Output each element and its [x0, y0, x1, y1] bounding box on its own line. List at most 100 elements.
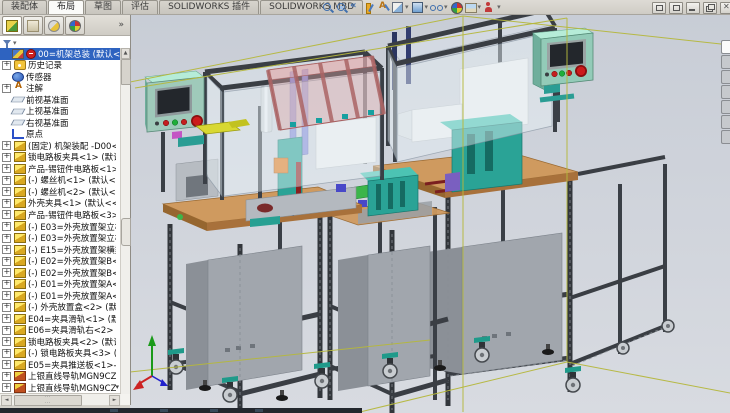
tree-item[interactable]: E04=夹具滑轨<1> (默认 — [0, 313, 121, 325]
minimize-button[interactable] — [686, 2, 700, 14]
dropdown-caret-icon[interactable]: ▾ — [444, 1, 448, 14]
zoom-fit-icon[interactable] — [321, 1, 334, 14]
annotation-icon[interactable] — [377, 1, 390, 14]
assembly-3d-model[interactable] — [130, 14, 730, 413]
command-tab[interactable]: 装配体 — [2, 0, 47, 14]
expand-toggle-icon[interactable] — [2, 153, 11, 162]
apply-scene-icon[interactable] — [464, 1, 477, 14]
task-pane-tab[interactable] — [721, 115, 730, 129]
section-view-icon[interactable] — [363, 1, 376, 14]
tree-item[interactable]: (-) 外壳放置盒<2> (默认 — [0, 301, 121, 313]
previous-view-icon[interactable] — [349, 1, 362, 14]
expand-toggle-icon[interactable] — [2, 245, 11, 254]
expand-toggle-icon[interactable] — [2, 314, 11, 323]
tree-item[interactable]: 注解 — [0, 83, 121, 95]
expand-toggle-icon[interactable] — [2, 141, 11, 150]
tree-vertical-scrollbar[interactable]: ▲ — [120, 48, 130, 394]
tree-item[interactable]: 产品-锡钮件电路板<3> — [0, 209, 121, 221]
tree-item[interactable]: 上视基准面 — [0, 106, 121, 118]
tree-item[interactable]: (-) 螺丝机<2> (默认<< — [0, 186, 121, 198]
task-pane-tab[interactable] — [721, 85, 730, 99]
expand-toggle-icon[interactable] — [2, 372, 11, 381]
graphics-area[interactable] — [130, 14, 730, 413]
expand-toggle-icon[interactable] — [2, 222, 11, 231]
expand-toggle-icon[interactable] — [2, 337, 11, 346]
scroll-right-icon[interactable]: ► — [109, 395, 120, 406]
expand-toggle-icon[interactable] — [2, 383, 11, 392]
task-pane-tab[interactable] — [721, 130, 730, 144]
tree-item[interactable]: 右视基准面 — [0, 117, 121, 129]
tree-item[interactable]: 锁电路板夹具<1> (默认 — [0, 152, 121, 164]
tree-item[interactable]: 外壳夹具<1> (默认<<默 — [0, 198, 121, 210]
tree-item[interactable]: 历史记录 — [0, 60, 121, 72]
expand-toggle-icon[interactable] — [2, 210, 11, 219]
tree-item[interactable]: 锁电路板夹具<2> (默认 — [0, 336, 121, 348]
view-orientation-icon[interactable] — [391, 1, 404, 14]
command-tab[interactable]: SOLIDWORKS 插件 — [159, 0, 259, 14]
expand-toggle-icon[interactable] — [2, 61, 11, 70]
expand-toggle-icon[interactable] — [2, 176, 11, 185]
tree-horizontal-scrollbar[interactable]: ◄ ► — [0, 393, 121, 405]
panel-tab-featuremanager-tree[interactable] — [2, 16, 22, 35]
dropdown-caret-icon[interactable]: ▾ — [405, 1, 409, 14]
expand-toggle-icon[interactable] — [2, 303, 11, 312]
dropdown-caret-icon[interactable]: ▾ — [425, 1, 429, 14]
expand-toggle-icon[interactable] — [2, 360, 11, 369]
expand-toggle-icon[interactable] — [2, 234, 11, 243]
tree-item[interactable]: (-) 锁电路板夹具<3> (默 — [0, 347, 121, 359]
dropdown-caret-icon[interactable]: ▾ — [497, 1, 501, 14]
tree-item[interactable]: (-) E02=外壳放置架B<2 — [0, 267, 121, 279]
tree-item[interactable]: 上银直线导轨MGN9CZ0 — [0, 370, 121, 382]
command-tab[interactable]: 草图 — [85, 0, 121, 14]
tree-item[interactable]: (-) E01=外壳放置架A<1 — [0, 278, 121, 290]
scrollbar-thumb[interactable] — [14, 395, 82, 406]
task-pane-tab[interactable] — [721, 100, 730, 114]
tree-item[interactable]: 00=机架总装 (默认<显 — [0, 48, 121, 60]
tree-item[interactable]: 前视基准面 — [0, 94, 121, 106]
task-pane-tab[interactable] — [721, 70, 730, 84]
tree-item[interactable]: 产品-锡钮件电路板<1> — [0, 163, 121, 175]
tree-item[interactable]: (-) 螺丝机<1> (默认<< — [0, 175, 121, 187]
expand-toggle-icon[interactable] — [2, 326, 11, 335]
tree-item[interactable]: (-) E03=外壳放置架立柱 — [0, 232, 121, 244]
panel-tab-propertymanager[interactable] — [23, 16, 43, 35]
view-settings-icon[interactable] — [483, 1, 496, 14]
doc-restore-button[interactable] — [669, 2, 683, 14]
edit-appearance-icon[interactable] — [450, 1, 463, 14]
tree-item[interactable]: (-) E03=外壳放置架立柱 — [0, 221, 121, 233]
panel-tab-configurationmanager[interactable] — [44, 16, 64, 35]
tree-item[interactable]: (固定) 机架装配 -D00<1 — [0, 140, 121, 152]
panel-tabs-overflow-icon[interactable]: » — [118, 20, 128, 30]
command-tab[interactable]: 布局 — [48, 0, 84, 14]
tree-item[interactable]: E06=夹具滑轨右<2> (默 — [0, 324, 121, 336]
task-pane-tab[interactable] — [721, 40, 730, 54]
scroll-left-icon[interactable]: ◄ — [1, 395, 12, 406]
display-style-icon[interactable] — [411, 1, 424, 14]
scroll-up-icon[interactable]: ▲ — [121, 48, 130, 59]
hide-show-items-icon[interactable] — [430, 1, 443, 14]
tree-item[interactable]: E05=夹具推送板<1>-> — [0, 359, 121, 371]
expand-toggle-icon[interactable] — [2, 349, 11, 358]
panel-splitter-handle[interactable] — [121, 218, 131, 246]
expand-toggle-icon[interactable] — [2, 291, 11, 300]
panel-tab-displaymanager[interactable] — [65, 16, 85, 35]
task-pane-tab[interactable] — [721, 55, 730, 69]
scrollbar-thumb[interactable] — [121, 59, 131, 85]
tree-item[interactable]: (-) E15=外壳放置架横梁 — [0, 244, 121, 256]
expand-toggle-icon[interactable] — [2, 268, 11, 277]
expand-toggle-icon[interactable] — [2, 257, 11, 266]
expand-toggle-icon[interactable] — [2, 84, 11, 93]
tree-item[interactable]: 原点 — [0, 129, 121, 141]
tree-item[interactable]: 上银直线导轨MGN9CZ0 ▾ — [0, 382, 121, 394]
tree-item-dropdown-icon[interactable]: ▾ — [115, 383, 119, 391]
zoom-area-icon[interactable] — [335, 1, 348, 14]
expand-toggle-icon[interactable] — [2, 164, 11, 173]
expand-toggle-icon[interactable] — [2, 187, 11, 196]
close-button[interactable] — [720, 2, 730, 14]
command-tab[interactable]: 评估 — [122, 0, 158, 14]
dropdown-caret-icon[interactable]: ▾ — [478, 1, 482, 14]
tree-item[interactable]: (-) E02=外壳放置架B<1 — [0, 255, 121, 267]
doc-minimize-button[interactable] — [652, 2, 666, 14]
tree-item[interactable]: (-) E01=外壳放置架A<2 — [0, 290, 121, 302]
restore-button[interactable] — [703, 2, 717, 14]
